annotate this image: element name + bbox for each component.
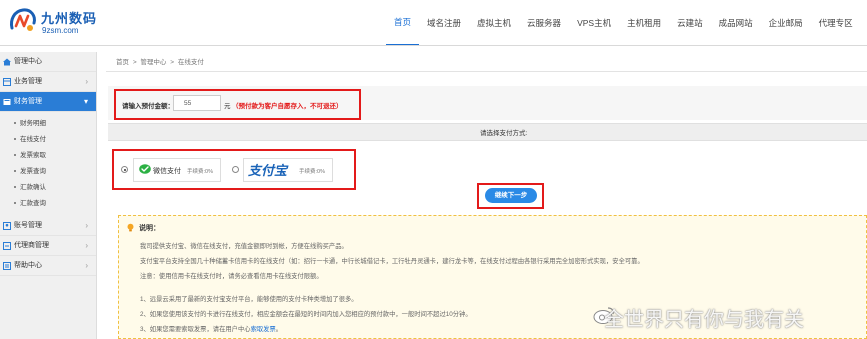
breadcrumb-separator: >: [170, 59, 175, 66]
sidebar-subitem-remit-query[interactable]: 汇款查询: [0, 196, 96, 212]
nav-virtual-host[interactable]: 虚拟主机: [469, 0, 519, 46]
nav-home[interactable]: 首页: [386, 0, 420, 46]
chevron-right-icon: ›: [85, 261, 88, 270]
breadcrumb: 首页 > 管理中心 > 在线支付: [106, 54, 867, 72]
grid-icon: [3, 78, 11, 86]
logo-title: 九州数码: [41, 12, 98, 27]
notice-line: 2、如果您使用该支付的卡进行在线支付，相应金额会在最短的时间内加入您相应的预付款…: [140, 311, 472, 318]
user-icon: [3, 222, 11, 230]
amount-note: （预付款为客户自愿存入，不可退还）: [232, 103, 343, 110]
logo-ring-icon: [10, 8, 36, 31]
payment-method-title: 请选择支付方式:: [480, 130, 528, 137]
sidebar-item-label: 财务管理: [14, 98, 42, 105]
home-icon: [3, 58, 11, 66]
nav-domain-register[interactable]: 域名注册: [419, 0, 469, 46]
sidebar-item-business[interactable]: 业务管理 ›: [0, 72, 96, 92]
sidebar-subitem-online-pay[interactable]: 在线支付: [0, 132, 96, 148]
sidebar: 管理中心 业务管理 › 财务管理 ▾ 财务明细 在线支付 发票索取 发票查询 汇…: [0, 52, 97, 339]
nav-cloud-site[interactable]: 云建站: [669, 0, 711, 46]
amount-unit: 元: [224, 103, 231, 110]
amount-label: 请输入预付金额：: [122, 103, 174, 110]
sidebar-item-label: 代理商管理: [14, 242, 49, 249]
request-invoice-link[interactable]: 索取发票: [251, 326, 276, 333]
alipay-fee: 手续费:0%: [299, 169, 325, 175]
sidebar-item-label: 帮助中心: [14, 262, 42, 269]
sidebar-item-label: 管理中心: [14, 58, 42, 65]
sidebar-item-help[interactable]: 帮助中心 ›: [0, 256, 96, 276]
nav-vps-host[interactable]: VPS主机: [569, 0, 619, 46]
page: 九州数码 9zsm.com 首页 域名注册 虚拟主机 云服务器 VPS主机 主机…: [0, 0, 867, 339]
nav-agent-zone[interactable]: 代理专区: [811, 0, 861, 46]
sidebar-item-account[interactable]: 账号管理 ›: [0, 216, 96, 236]
breadcrumb-management-center[interactable]: 管理中心: [140, 59, 166, 66]
nav-host-rental[interactable]: 主机租用: [619, 0, 669, 46]
nav-enterprise-mail[interactable]: 企业邮局: [761, 0, 811, 46]
site-logo[interactable]: 九州数码 9zsm.com: [8, 4, 98, 40]
notice-line: 支付宝平台支持全国几十种储蓄卡信用卡的在线支付（如：招行一卡通，中行长城借记卡，…: [140, 258, 644, 265]
notice-line-invoice: 3、如果您需要索取发票，请在用户中心索取发票。: [140, 324, 282, 333]
breadcrumb-home[interactable]: 首页: [116, 59, 129, 66]
wechat-pay-fee: 手续费:0%: [187, 169, 213, 175]
sidebar-subitem-remit-confirm[interactable]: 汇款确认: [0, 180, 96, 196]
lightbulb-icon: [127, 223, 134, 232]
breadcrumb-separator: >: [132, 59, 137, 66]
notice-title: 说明：: [139, 225, 160, 232]
alipay-logo: 支付宝: [248, 164, 288, 179]
wechat-pay-icon: [139, 164, 151, 174]
notice-line: 我司提供支付宝、微信在线支付，充值金额即时到帐，方便在线购买产品。: [140, 243, 348, 250]
sidebar-subitem-invoice-request[interactable]: 发票索取: [0, 148, 96, 164]
notice-line: 1、远景云采用了最新的支付宝支付平台，能够使用的支付卡种类增加了很多。: [140, 296, 358, 303]
chevron-right-icon: ›: [85, 241, 88, 250]
amount-input[interactable]: [173, 95, 221, 111]
notice-line: 注意：使用信用卡在线支付时，请务必查看信用卡在线支付限额。: [140, 273, 323, 280]
header-divider: [0, 45, 867, 46]
sidebar-subitem-finance-detail[interactable]: 财务明细: [0, 116, 96, 132]
notice-line-end: 。: [275, 326, 283, 333]
wechat-pay-name: 微信支付: [153, 168, 181, 175]
nav-cloud-server[interactable]: 云服务器: [519, 0, 569, 46]
sidebar-subitem-invoice-query[interactable]: 发票查询: [0, 164, 96, 180]
chevron-down-icon: ▾: [83, 97, 88, 106]
chevron-right-icon: ›: [85, 221, 88, 230]
chevron-right-icon: ›: [85, 77, 88, 86]
nav-ready-website[interactable]: 成品网站: [711, 0, 761, 46]
logo-domain: 9zsm.com: [42, 26, 79, 35]
next-step-button[interactable]: 继续下一步: [485, 188, 537, 203]
sidebar-item-label: 账号管理: [14, 222, 42, 229]
sidebar-item-agent[interactable]: 代理商管理 ›: [0, 236, 96, 256]
wechat-radio[interactable]: [121, 166, 128, 173]
main-nav: 首页 域名注册 虚拟主机 云服务器 VPS主机 主机租用 云建站 成品网站 企业…: [386, 0, 861, 46]
notice-line-text: 3、如果您需要索取发票，请在用户中心: [140, 326, 251, 333]
top-header: 九州数码 9zsm.com 首页 域名注册 虚拟主机 云服务器 VPS主机 主机…: [0, 0, 867, 46]
finance-icon: [3, 99, 11, 105]
help-icon: [3, 262, 11, 270]
watermark-text: 全世界只有你与我有关: [604, 307, 804, 331]
alipay-radio[interactable]: [232, 166, 239, 173]
agent-icon: [3, 242, 11, 250]
breadcrumb-online-pay: 在线支付: [177, 59, 204, 66]
sidebar-item-finance[interactable]: 财务管理 ▾: [0, 92, 96, 112]
sidebar-item-label: 业务管理: [14, 78, 42, 85]
sidebar-item-management-center[interactable]: 管理中心: [0, 52, 96, 72]
